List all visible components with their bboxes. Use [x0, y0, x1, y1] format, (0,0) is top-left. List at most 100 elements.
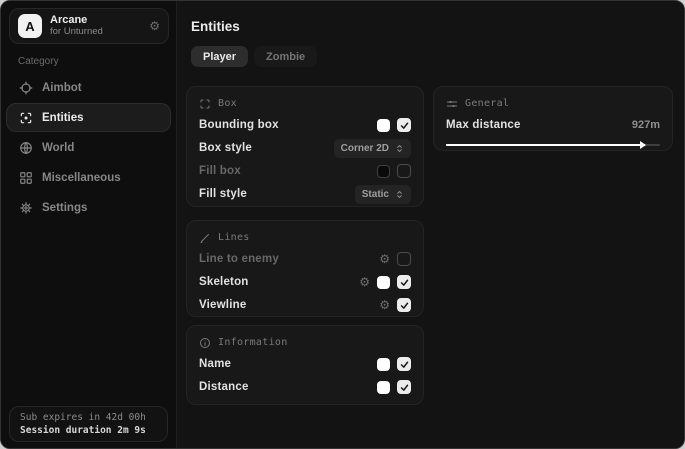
setting-label: Skeleton: [199, 276, 249, 288]
sidebar-item-settings[interactable]: Settings: [6, 193, 171, 222]
setting-label: Fill box: [199, 165, 241, 177]
brand-text: Arcane for Unturned: [50, 14, 141, 38]
sidebar-item-label: Aimbot: [42, 82, 82, 94]
setting-label: Bounding box: [199, 119, 279, 131]
color-swatch[interactable]: [377, 381, 390, 394]
fill-style-dropdown[interactable]: Static: [355, 185, 411, 204]
gear-icon: [19, 201, 33, 215]
sub-expiry-text: Sub expires in 42d 00h: [20, 412, 157, 423]
sidebar-item-label: Entities: [42, 112, 84, 124]
panel-box: Box Bounding box Box style Corner 2D Fil…: [186, 86, 424, 207]
color-swatch[interactable]: [377, 276, 390, 289]
setting-label: Line to enemy: [199, 253, 279, 265]
sidebar-item-label: World: [42, 142, 74, 154]
setting-row-bounding-box: Bounding box: [199, 115, 411, 135]
dropdown-value: Static: [362, 189, 389, 200]
chevron-up-down-icon: [395, 190, 404, 199]
box-style-dropdown[interactable]: Corner 2D: [334, 139, 411, 158]
main-content: Entities Player Zombie Box Bounding box: [177, 1, 684, 448]
panel-information-header: Information: [199, 336, 411, 349]
dropdown-value: Corner 2D: [341, 143, 389, 154]
setting-row-line-to-enemy: Line to enemy ⚙: [199, 249, 411, 269]
panel-lines-header: Lines: [199, 231, 411, 244]
sidebar-item-aimbot[interactable]: Aimbot: [6, 73, 171, 102]
gear-icon[interactable]: ⚙: [379, 253, 390, 265]
panel-title: General: [465, 98, 509, 109]
brand-card: A Arcane for Unturned ⚙: [9, 8, 169, 44]
crosshair-icon: [19, 81, 33, 95]
session-duration-text: Session duration 2m 9s: [20, 425, 157, 436]
check-icon: [400, 301, 409, 310]
setting-label: Name: [199, 358, 231, 370]
panel-title: Information: [218, 337, 288, 348]
grid-icon: [19, 171, 33, 185]
check-icon: [400, 121, 409, 130]
sidebar-item-entities[interactable]: Entities: [6, 103, 171, 132]
setting-row-fill-box: Fill box: [199, 161, 411, 181]
setting-row-box-style: Box style Corner 2D: [199, 138, 411, 158]
tab-label: Player: [203, 51, 236, 63]
setting-row-viewline: Viewline ⚙: [199, 295, 411, 315]
tab-label: Zombie: [266, 51, 305, 63]
setting-label: Max distance: [446, 119, 521, 131]
checkbox[interactable]: [397, 380, 411, 394]
sliders-icon: [446, 98, 458, 110]
sidebar-item-miscellaneous[interactable]: Miscellaneous: [6, 163, 171, 192]
setting-label: Distance: [199, 381, 249, 393]
tab-player[interactable]: Player: [191, 46, 248, 67]
color-swatch[interactable]: [377, 119, 390, 132]
setting-label: Box style: [199, 142, 252, 154]
page-title: Entities: [191, 19, 240, 34]
brand-subtitle: for Unturned: [50, 27, 141, 38]
setting-row-distance: Distance: [199, 377, 411, 397]
sidebar: A Arcane for Unturned ⚙ Category Aimbot …: [1, 1, 177, 448]
scan-target-icon: [19, 111, 33, 125]
check-icon: [400, 278, 409, 287]
info-icon: [199, 337, 211, 349]
setting-label: Viewline: [199, 299, 246, 311]
checkbox[interactable]: [397, 275, 411, 289]
tab-zombie[interactable]: Zombie: [254, 46, 317, 67]
panel-box-header: Box: [199, 97, 411, 110]
color-swatch[interactable]: [377, 358, 390, 371]
panel-general: General Max distance 927m: [433, 86, 673, 151]
checkbox[interactable]: [397, 252, 411, 266]
sidebar-item-label: Settings: [42, 202, 87, 214]
color-swatch[interactable]: [377, 165, 390, 178]
setting-row-max-distance: Max distance 927m: [446, 115, 660, 135]
setting-row-name: Name: [199, 354, 411, 374]
gear-icon[interactable]: ⚙: [359, 276, 370, 288]
pencil-line-icon: [199, 232, 211, 244]
checkbox[interactable]: [397, 118, 411, 132]
box-corners-icon: [199, 98, 211, 110]
setting-row-fill-style: Fill style Static: [199, 184, 411, 204]
panel-title: Box: [218, 98, 237, 109]
brand-settings-icon[interactable]: ⚙: [149, 19, 160, 33]
subscription-card: Sub expires in 42d 00h Session duration …: [9, 406, 168, 442]
setting-label: Fill style: [199, 188, 247, 200]
checkbox[interactable]: [397, 298, 411, 312]
checkbox[interactable]: [397, 164, 411, 178]
panel-general-header: General: [446, 97, 660, 110]
panel-title: Lines: [218, 232, 250, 243]
panel-information: Information Name Distance: [186, 325, 424, 405]
category-label: Category: [18, 56, 59, 67]
app-window: A Arcane for Unturned ⚙ Category Aimbot …: [0, 0, 685, 449]
brand-title: Arcane: [50, 14, 141, 27]
checkbox[interactable]: [397, 357, 411, 371]
sidebar-item-world[interactable]: World: [6, 133, 171, 162]
panel-lines: Lines Line to enemy ⚙ Skeleton ⚙ Viewlin…: [186, 220, 424, 317]
tab-bar: Player Zombie: [191, 46, 317, 67]
check-icon: [400, 360, 409, 369]
brand-logo: A: [18, 14, 42, 38]
max-distance-value: 927m: [632, 119, 660, 131]
sidebar-item-label: Miscellaneous: [42, 172, 121, 184]
globe-icon: [19, 141, 33, 155]
gear-icon[interactable]: ⚙: [379, 299, 390, 311]
chevron-up-down-icon: [395, 144, 404, 153]
max-distance-slider[interactable]: [446, 141, 660, 150]
check-icon: [400, 383, 409, 392]
slider-fill: [446, 144, 645, 146]
setting-row-skeleton: Skeleton ⚙: [199, 272, 411, 292]
sidebar-nav: Aimbot Entities World Miscellaneous Sett…: [1, 73, 176, 222]
